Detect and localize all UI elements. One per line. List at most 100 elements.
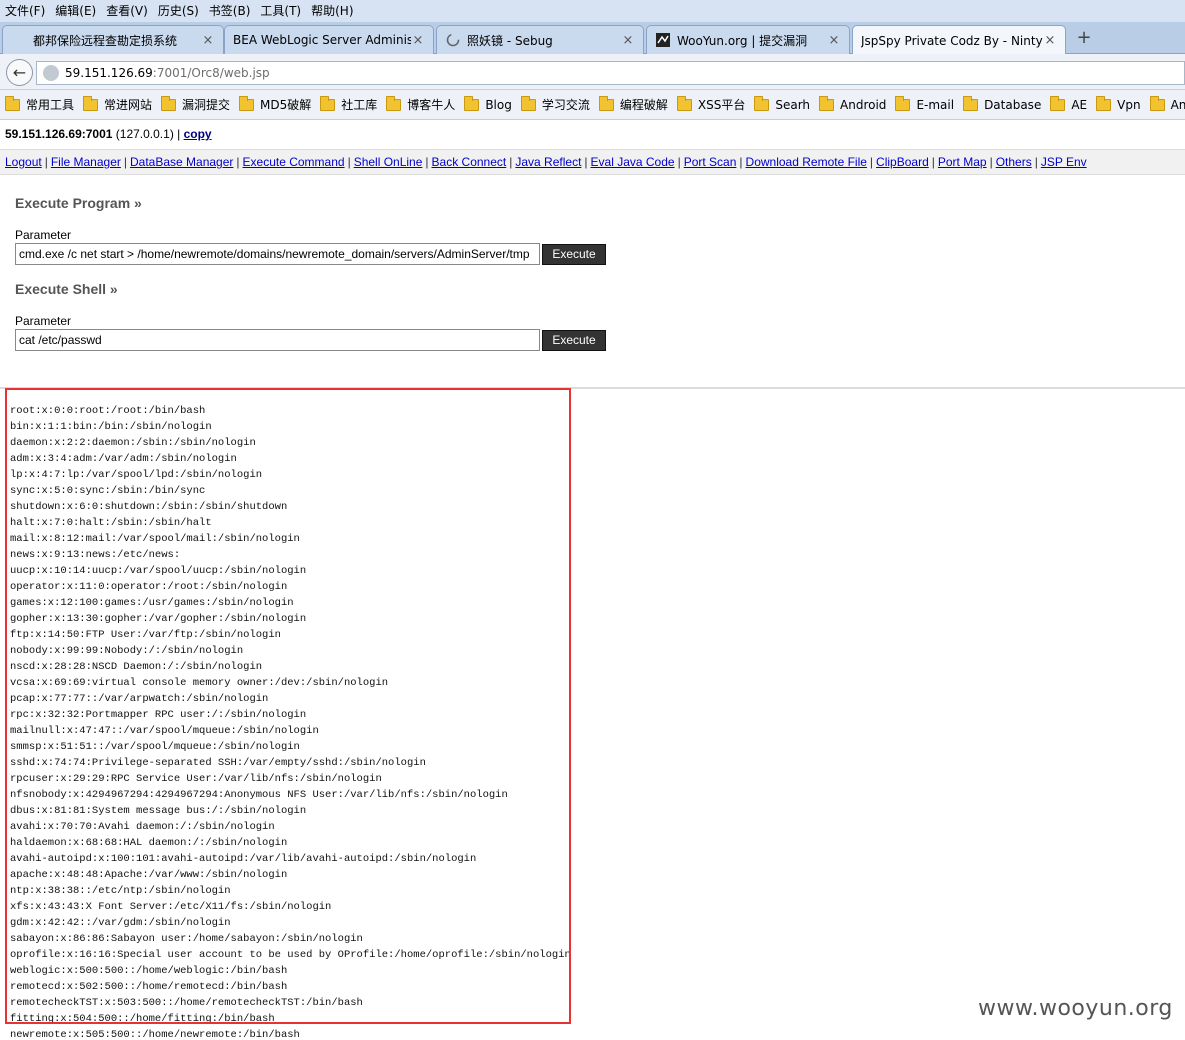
link-separator: | [44, 155, 48, 169]
new-tab-button[interactable]: + [1072, 26, 1096, 50]
folder-icon [676, 95, 692, 111]
menu-view[interactable]: 查看(V) [101, 0, 153, 22]
close-icon[interactable]: × [621, 33, 635, 48]
bookmark-folder[interactable]: MD5破解 [239, 95, 311, 113]
bookmark-label: Blog [485, 97, 512, 112]
bookmark-folder[interactable]: Blog [464, 95, 512, 112]
link-separator: | [347, 155, 351, 169]
link-separator: | [931, 155, 935, 169]
program-parameter-label: Parameter [15, 228, 72, 242]
program-parameter-input[interactable]: cmd.exe /c net start > /home/newremote/d… [15, 243, 540, 265]
folder-icon [819, 95, 835, 111]
tab-dubang[interactable]: 都邦保险远程查勘定损系统 × [2, 25, 224, 54]
bookmark-label: XSS平台 [697, 98, 746, 112]
close-icon[interactable]: × [827, 33, 841, 48]
link-separator: | [509, 155, 513, 169]
execute-program-button[interactable]: Execute [542, 244, 606, 265]
function-link[interactable]: File Manager [51, 155, 121, 169]
function-link[interactable]: Execute Command [243, 155, 345, 169]
url-bar[interactable]: 59.151.126.69:7001/Orc8/web.jsp [36, 61, 1185, 85]
bookmark-folder[interactable]: Vpn [1096, 95, 1141, 112]
output-line: newremote:x:505:500::/home/newremote:/bi… [10, 1029, 300, 1040]
bookmark-folder[interactable]: 社工库 [320, 95, 377, 113]
function-links: Logout | File Manager | DataBase Manager | Exe… [5, 155, 1087, 169]
bookmark-folder[interactable]: 漏洞提交 [161, 95, 231, 113]
menu-file[interactable]: 文件(F) [0, 0, 50, 22]
folder-icon [1096, 95, 1112, 111]
bookmark-label: 漏洞提交 [182, 98, 231, 112]
folder-icon [386, 95, 402, 111]
link-separator: | [236, 155, 240, 169]
link-separator: | [677, 155, 681, 169]
tab-jspspy[interactable]: JspSpy Private Codz By - Ninty × [852, 25, 1066, 55]
page-icon [11, 32, 27, 48]
menu-history[interactable]: 历史(S) [153, 0, 204, 22]
function-link[interactable]: Shell OnLine [354, 155, 423, 169]
bookmark-folder[interactable]: Database [963, 95, 1041, 112]
menu-edit[interactable]: 编辑(E) [50, 0, 101, 22]
bookmark-folder[interactable]: Searh [754, 95, 811, 112]
folder-icon [320, 95, 336, 111]
bookmark-folder[interactable]: 编程破解 [598, 95, 668, 113]
folder-icon [963, 95, 979, 111]
function-link[interactable]: Back Connect [432, 155, 507, 169]
watermark: www.wooyun.org [978, 996, 1173, 1021]
function-link[interactable]: Port Map [938, 155, 987, 169]
close-icon[interactable]: × [201, 33, 215, 48]
bookmark-folder[interactable]: E-mail [895, 95, 954, 112]
folder-icon [5, 95, 20, 111]
function-link[interactable]: Port Scan [684, 155, 737, 169]
menu-tools[interactable]: 工具(T) [255, 0, 306, 22]
bookmark-label: 常用工具 [26, 98, 75, 112]
menu-bookmarks[interactable]: 书签(B) [204, 0, 256, 22]
function-menu: Logout | File Manager | DataBase Manager | Exe… [0, 149, 1185, 175]
function-link[interactable]: Logout [5, 155, 42, 169]
function-link[interactable]: DataBase Manager [130, 155, 233, 169]
bookmark-label: 编程破解 [619, 98, 668, 112]
menu-help[interactable]: 帮助(H) [306, 0, 358, 22]
bookmark-folder[interactable]: XSS平台 [676, 95, 746, 113]
link-separator: | [584, 155, 588, 169]
tab-wooyun[interactable]: WooYun.org | 提交漏洞 × [646, 25, 850, 54]
folder-icon [1050, 95, 1066, 111]
function-link[interactable]: Java Reflect [515, 155, 581, 169]
bookmark-folder[interactable]: AE [1050, 95, 1088, 112]
folder-icon [598, 95, 614, 111]
function-link[interactable]: Others [996, 155, 1032, 169]
folder-icon [161, 95, 177, 111]
bookmark-folder[interactable]: Android [819, 95, 886, 112]
bookmark-label: AE [1071, 97, 1088, 112]
close-icon[interactable]: × [1043, 33, 1057, 48]
bookmark-folder[interactable]: 学习交流 [520, 95, 590, 113]
function-link[interactable]: ClipBoard [876, 155, 929, 169]
loading-icon [445, 32, 461, 48]
execute-shell-button[interactable]: Execute [542, 330, 606, 351]
link-separator: | [739, 155, 743, 169]
bookmark-folder[interactable]: 常进网站 [83, 95, 152, 113]
folder-icon [754, 95, 770, 111]
execute-shell-title: Execute Shell » [15, 281, 118, 297]
bookmark-label: 学习交流 [541, 98, 590, 112]
folder-icon [464, 95, 480, 111]
bookmark-folder[interactable]: Anonymous [1149, 95, 1185, 112]
execute-program-title: Execute Program » [15, 195, 142, 211]
back-button[interactable]: ← [6, 59, 33, 86]
function-link[interactable]: Eval Java Code [591, 155, 675, 169]
bookmark-folder[interactable]: 常用工具 [5, 95, 75, 113]
tab-title: WooYun.org | 提交漏洞 [677, 33, 808, 48]
menu-bar: 文件(F) 编辑(E) 查看(V) 历史(S) 书签(B) 工具(T) 帮助(H… [0, 0, 1185, 22]
close-icon[interactable]: × [411, 33, 425, 48]
bookmark-label: Searh [775, 97, 811, 112]
tab-weblogic[interactable]: BEA WebLogic Server Administ... × [224, 25, 434, 54]
link-separator: | [989, 155, 993, 169]
bookmark-folder[interactable]: 博客牛人 [386, 95, 455, 113]
folder-icon [1149, 95, 1165, 111]
shell-parameter-input[interactable]: cat /etc/passwd [15, 329, 540, 351]
copy-link[interactable]: copy [184, 127, 212, 141]
wooyun-icon [655, 32, 671, 48]
bookmark-label: Anonymous [1170, 97, 1185, 112]
function-link[interactable]: Download Remote File [746, 155, 867, 169]
link-separator: | [869, 155, 874, 169]
tab-sebug[interactable]: 照妖镜 - Sebug × [436, 25, 644, 54]
function-link[interactable]: JSP Env [1041, 155, 1087, 169]
